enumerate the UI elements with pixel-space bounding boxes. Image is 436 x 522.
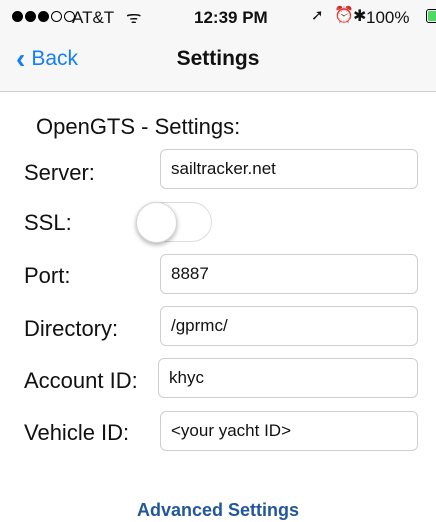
bluetooth-icon: ✱: [353, 8, 367, 25]
status-bar: AT&T ᯤ 12:39 PM ➚ ⏰ ✱ 100%: [0, 0, 436, 36]
advanced-settings-button[interactable]: Advanced Settings: [0, 500, 436, 521]
ssl-label: SSL:: [24, 210, 72, 235]
ssl-toggle[interactable]: [136, 202, 212, 243]
signal-dot: [12, 10, 23, 22]
account-id-field[interactable]: khyc: [158, 358, 418, 398]
port-field[interactable]: 8887: [160, 254, 418, 294]
signal-dot: [51, 10, 62, 22]
location-arrow-icon: ➚: [311, 7, 324, 24]
carrier-name: AT&T: [72, 8, 115, 27]
account-id-label: Account ID:: [24, 368, 138, 393]
vehicle-id-label: Vehicle ID:: [24, 420, 130, 445]
battery-percent: 100%: [366, 8, 410, 27]
toggle-knob: [136, 202, 177, 243]
navigation-bar: ‹ Back Settings: [0, 38, 436, 88]
section-title: OpenGTS - Settings:: [36, 114, 241, 139]
battery-icon: [426, 9, 436, 23]
signal-strength-icon: [12, 10, 75, 22]
directory-label: Directory:: [24, 316, 119, 341]
directory-field[interactable]: /gprmc/: [160, 306, 418, 346]
wifi-icon: ᯤ: [126, 8, 142, 27]
vehicle-id-field[interactable]: <your yacht ID>: [160, 411, 418, 451]
signal-dot: [38, 10, 49, 22]
port-label: Port:: [24, 263, 71, 288]
server-field[interactable]: sailtracker.net: [160, 149, 418, 189]
server-label: Server:: [24, 160, 95, 185]
status-time: 12:39 PM: [194, 8, 268, 27]
page-title: Settings: [176, 47, 260, 70]
top-bar: AT&T ᯤ 12:39 PM ➚ ⏰ ✱ 100% ‹ Back Settin…: [0, 0, 436, 92]
battery-level-fill: [428, 11, 436, 21]
alarm-icon: ⏰: [334, 7, 354, 24]
signal-dot: [25, 10, 36, 22]
